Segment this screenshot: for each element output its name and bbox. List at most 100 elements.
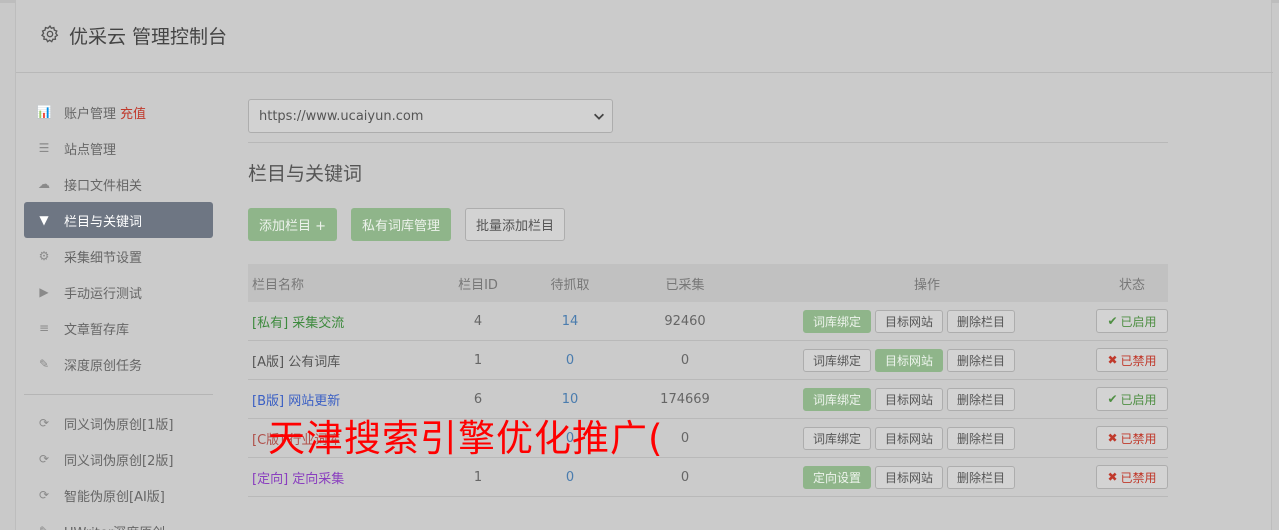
status-toggle[interactable]: ✖ 已禁用 <box>1096 465 1168 489</box>
collected-count: 92460 <box>664 313 706 329</box>
close-icon: ✖ <box>1107 353 1118 367</box>
target-site-button[interactable]: 目标网站 <box>875 309 944 333</box>
bind-lib-button[interactable]: 词库绑定 <box>803 426 872 450</box>
delete-column-button[interactable]: 删除栏目 <box>947 426 1016 450</box>
sidebar-item-label: 同义词伪原创[1版] <box>64 417 174 433</box>
refresh-icon: ⟳ <box>38 488 50 502</box>
sidebar-item-label: UWriter深度原创 <box>64 522 165 530</box>
header-actions: 操作 <box>913 277 940 293</box>
bind-lib-button[interactable]: 词库绑定 <box>803 348 872 372</box>
sidebar-item[interactable]: ✎ 深度原创任务 <box>24 346 213 382</box>
column-name: 定向采集 <box>292 471 345 487</box>
check-icon: ✔ <box>1107 314 1118 328</box>
site-select[interactable]: https://www.ucaiyun.com <box>248 99 613 133</box>
sidebar-divider <box>24 394 213 395</box>
sidebar-item-label: 接口文件相关 <box>64 178 143 194</box>
play-circle-icon: ▶ <box>39 285 49 299</box>
edit-icon: ✎ <box>38 357 50 371</box>
column-tag: [A版] <box>252 354 285 370</box>
status-toggle[interactable]: ✔ 已启用 <box>1096 309 1168 333</box>
delete-column-button[interactable]: 删除栏目 <box>947 309 1016 333</box>
recharge-link[interactable]: 充值 <box>120 103 146 122</box>
header-status: 状态 <box>1118 277 1145 293</box>
site-select-value: https://www.ucaiyun.com <box>259 108 424 124</box>
status-cell: ✖ 已禁用 <box>1096 465 1168 489</box>
table-row: [私有] 采集交流 4 14 92460 词库绑定 目标网站 删除栏目 ✔ 已启用 <box>248 302 1168 341</box>
server-icon: ☰ <box>38 141 50 155</box>
sidebar: 📊 账户管理 充值 ☰ 站点管理 ☁ 接口文件相关 ▼ 栏目与关键词 ⚙ 采集细节设置 ▶ 手动运行测试… <box>24 94 213 530</box>
sidebar-item[interactable]: ⟳ 同义词伪原创[2版] <box>24 441 213 477</box>
pending-count[interactable]: 0 <box>528 353 612 368</box>
column-name: 网站更新 <box>288 393 341 409</box>
header-name: 栏目名称 <box>252 277 305 293</box>
column-name-cell[interactable]: [定向] 定向采集 <box>248 468 428 487</box>
column-id: 1 <box>473 469 483 485</box>
status-label: 已启用 <box>1120 392 1157 407</box>
column-id: 4 <box>473 313 483 329</box>
sidebar-item[interactable]: ▼ 栏目与关键词 <box>24 202 213 238</box>
refresh-icon: ⟳ <box>38 416 50 430</box>
collected-count: 0 <box>680 469 690 485</box>
pending-count[interactable]: 14 <box>528 314 612 329</box>
sidebar-item[interactable]: 📊 账户管理 充值 <box>24 94 213 130</box>
sidebar-item-label: 智能伪原创[AI版] <box>64 489 165 505</box>
sidebar-item[interactable]: ☁ 接口文件相关 <box>24 166 213 202</box>
sidebar-item[interactable]: ⚙ 采集细节设置 <box>24 238 213 274</box>
column-tag: [B版] <box>252 393 285 409</box>
sidebar-item[interactable]: ✎ UWriter深度原创 <box>24 513 213 530</box>
collected-count: 174669 <box>660 391 710 407</box>
table-body: [私有] 采集交流 4 14 92460 词库绑定 目标网站 删除栏目 ✔ 已启用 [A版] 公有… <box>248 302 1168 497</box>
sidebar-item-label: 文章暂存库 <box>64 322 130 338</box>
header: 优采云 管理控制台 <box>16 3 1273 73</box>
delete-column-button[interactable]: 删除栏目 <box>947 465 1016 489</box>
delete-column-button[interactable]: 删除栏目 <box>947 387 1016 411</box>
row-actions: 定向设置 目标网站 删除栏目 <box>758 465 1096 489</box>
sidebar-item-label: 深度原创任务 <box>64 358 143 374</box>
pending-count[interactable]: 10 <box>528 392 612 407</box>
cogs-icon: ⚙ <box>38 249 50 263</box>
app-title: 优采云 管理控制台 <box>69 26 228 48</box>
divider <box>248 142 1168 143</box>
add-column-button[interactable]: 添加栏目 + <box>248 208 338 241</box>
section-title: 栏目与关键词 <box>248 163 363 185</box>
status-toggle[interactable]: ✖ 已禁用 <box>1096 348 1168 372</box>
edit-icon: ✎ <box>36 523 52 530</box>
status-toggle[interactable]: ✖ 已禁用 <box>1096 426 1168 450</box>
pending-count[interactable]: 0 <box>528 470 612 485</box>
row-actions: 词库绑定 目标网站 删除栏目 <box>758 387 1096 411</box>
filter-icon: ▼ <box>39 213 49 227</box>
target-site-button[interactable]: 目标网站 <box>875 348 944 372</box>
private-lib-button[interactable]: 私有词库管理 <box>351 208 452 241</box>
target-site-button[interactable]: 目标网站 <box>875 426 944 450</box>
table-header: 栏目名称 栏目ID 待抓取 已采集 操作 状态 <box>248 264 1168 302</box>
sidebar-item[interactable]: ⟳ 同义词伪原创[1版] <box>24 405 213 441</box>
column-name-cell[interactable]: [A版] 公有词库 <box>248 351 428 370</box>
header-pending: 待抓取 <box>550 277 590 293</box>
column-tag: [私有] <box>252 315 289 331</box>
column-name-cell[interactable]: [私有] 采集交流 <box>248 312 428 331</box>
bind-lib-button[interactable]: 词库绑定 <box>803 387 872 411</box>
sidebar-item[interactable]: ▶ 手动运行测试 <box>24 274 213 310</box>
sidebar-item[interactable]: ≡ 文章暂存库 <box>24 310 213 346</box>
close-icon: ✖ <box>1107 470 1118 484</box>
sidebar-item-label: 同义词伪原创[2版] <box>64 453 174 469</box>
chevron-down-icon <box>594 113 604 120</box>
delete-column-button[interactable]: 删除栏目 <box>947 348 1016 372</box>
bind-lib-button[interactable]: 词库绑定 <box>803 309 872 333</box>
sidebar-item-label: 采集细节设置 <box>64 250 143 266</box>
table-row: [A版] 公有词库 1 0 0 词库绑定 目标网站 删除栏目 ✖ 已禁用 <box>248 341 1168 380</box>
column-name-cell[interactable]: [B版] 网站更新 <box>248 390 428 409</box>
status-toggle[interactable]: ✔ 已启用 <box>1096 387 1168 411</box>
status-label: 已禁用 <box>1120 353 1157 368</box>
close-icon: ✖ <box>1107 431 1118 445</box>
bind-lib-button[interactable]: 定向设置 <box>803 465 872 489</box>
status-label: 已禁用 <box>1120 431 1157 446</box>
sidebar-item-label: 手动运行测试 <box>64 286 143 302</box>
database-icon: ≡ <box>38 321 50 335</box>
target-site-button[interactable]: 目标网站 <box>875 465 944 489</box>
bar-chart-icon: 📊 <box>36 105 52 119</box>
sidebar-item[interactable]: ☰ 站点管理 <box>24 130 213 166</box>
target-site-button[interactable]: 目标网站 <box>875 387 944 411</box>
batch-add-button[interactable]: 批量添加栏目 <box>465 208 566 241</box>
sidebar-item[interactable]: ⟳ 智能伪原创[AI版] <box>24 477 213 513</box>
